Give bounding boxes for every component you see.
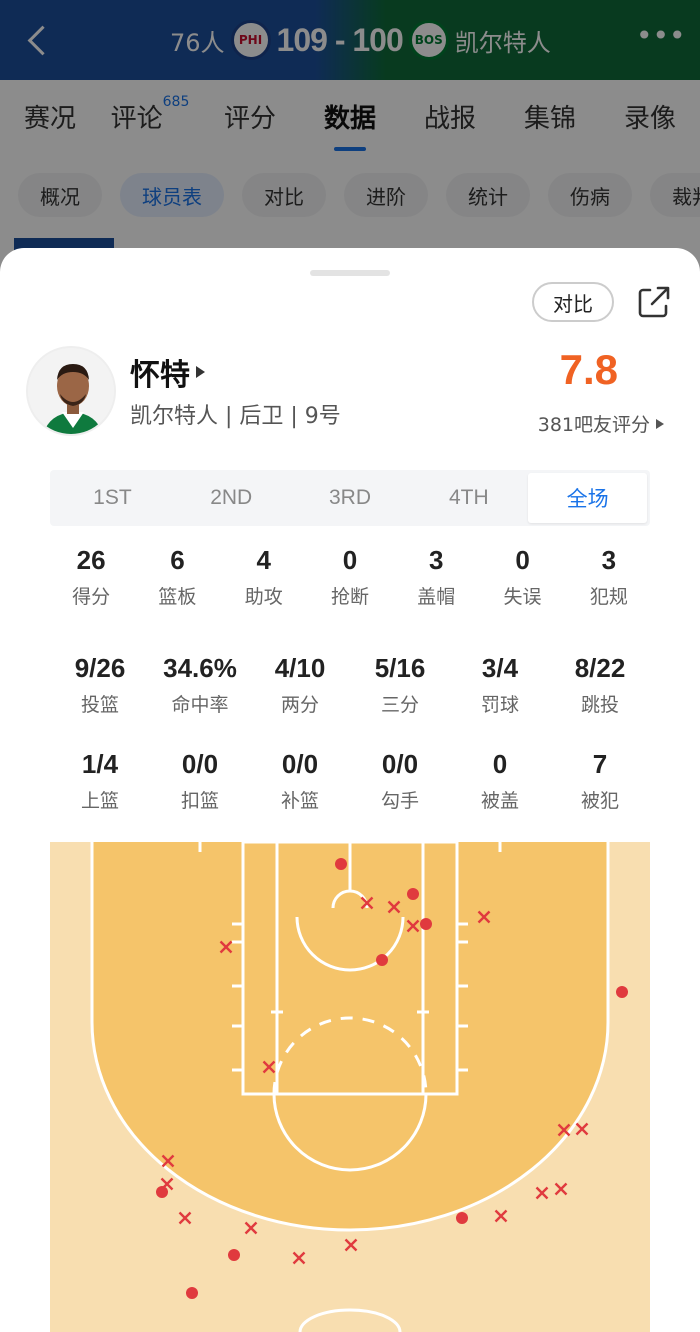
stat-label: 助攻 xyxy=(244,586,283,608)
period-tab-4th[interactable]: 4TH xyxy=(409,473,528,523)
stat-label: 抢断 xyxy=(330,586,369,608)
stat-label: 罚球 xyxy=(480,694,519,716)
period-tab-3rd[interactable]: 3RD xyxy=(291,473,410,523)
stat-tip-ins: 0/0 补篮 xyxy=(250,746,350,813)
made-shot-marker xyxy=(376,954,388,966)
stat-free-throws: 3/4 罚球 xyxy=(450,650,550,717)
player-photo xyxy=(28,348,114,434)
stat-value: 3/4 xyxy=(481,653,519,683)
stat-label: 篮板 xyxy=(158,586,197,608)
stat-label: 两分 xyxy=(280,694,319,716)
stat-label: 失误 xyxy=(503,586,542,608)
stat-value: 0/0 xyxy=(181,749,219,779)
stat-value: 34.6% xyxy=(163,653,237,683)
stat-layups: 1/4 上篮 xyxy=(50,746,150,813)
shot-type-stats-row: 1/4 上篮 0/0 扣篮 0/0 补篮 0/0 勾手 0 被盖 7 被犯 xyxy=(50,746,650,813)
made-shot-marker xyxy=(186,1287,198,1299)
stat-value: 0 xyxy=(515,545,530,575)
stat-value: 3 xyxy=(601,545,617,575)
stat-value: 0/0 xyxy=(281,749,319,779)
stat-points: 26 得分 xyxy=(48,542,134,609)
stat-steals: 0 抢断 xyxy=(307,542,393,609)
made-shot-marker xyxy=(335,858,347,870)
caret-right-icon xyxy=(656,418,664,429)
stat-label: 扣篮 xyxy=(180,790,219,812)
share-icon-glyph xyxy=(638,286,670,318)
stat-value: 1/4 xyxy=(81,749,119,779)
stat-value: 4/10 xyxy=(274,653,326,683)
share-icon[interactable] xyxy=(636,284,672,320)
stat-value: 3 xyxy=(429,545,444,575)
stat-label: 勾手 xyxy=(380,790,419,812)
basic-stats-row: 26 得分 6 篮板 4 助攻 0 抢断 3 盖帽 0 失误 3 犯规 xyxy=(48,542,652,609)
stat-value: 26 xyxy=(76,545,106,575)
period-tab-full-game[interactable]: 全场 xyxy=(528,473,647,523)
stat-field-goals: 9/26 投篮 xyxy=(50,650,150,717)
made-shot-marker xyxy=(456,1212,468,1224)
period-tab-1st[interactable]: 1ST xyxy=(53,473,172,523)
stat-blocks: 3 盖帽 xyxy=(393,542,479,609)
rating-count-link[interactable]: 381吧友评分 xyxy=(538,410,664,437)
stat-fg-percentage: 34.6% 命中率 xyxy=(150,650,250,717)
stat-assists: 4 助攻 xyxy=(221,542,307,609)
compare-button[interactable]: 对比 xyxy=(532,282,614,322)
shooting-stats-row: 9/26 投篮 34.6% 命中率 4/10 两分 5/16 三分 3/4 罚球 8/22… xyxy=(50,650,650,717)
player-team-position: 凯尔特人 | 后卫 | 9号 xyxy=(130,404,341,429)
stat-label: 得分 xyxy=(72,586,111,608)
made-shot-marker xyxy=(420,918,432,930)
stat-value: 4 xyxy=(256,545,271,575)
stat-label: 盖帽 xyxy=(417,586,456,608)
player-name: 怀特 xyxy=(130,358,190,393)
caret-right-icon xyxy=(196,366,205,378)
stat-value: 9/26 xyxy=(74,653,126,683)
player-detail-sheet: 对比 怀特 凯尔特人 | 后卫 | 9号 7.8 381吧友评分 1ST 2ND… xyxy=(0,248,700,1332)
stat-value: 0/0 xyxy=(381,749,419,779)
player-name-link[interactable]: 怀特 xyxy=(130,350,205,394)
player-avatar[interactable] xyxy=(26,346,116,436)
player-rating: 7.8 xyxy=(559,346,618,393)
stat-value: 6 xyxy=(170,545,185,575)
stat-value: 7 xyxy=(592,749,608,779)
stat-two-pointers: 4/10 两分 xyxy=(250,650,350,717)
stat-three-pointers: 5/16 三分 xyxy=(350,650,450,717)
stat-label: 三分 xyxy=(380,694,419,716)
stat-blocked: 0 被盖 xyxy=(450,746,550,813)
stat-turnovers: 0 失误 xyxy=(479,542,565,609)
made-shot-marker xyxy=(228,1249,240,1261)
stat-hook-shots: 0/0 勾手 xyxy=(350,746,450,813)
stat-label: 补篮 xyxy=(280,790,319,812)
rating-count: 381吧友评分 xyxy=(537,414,650,436)
stat-fouls-drawn: 7 被犯 xyxy=(550,746,650,813)
drag-handle[interactable] xyxy=(310,270,390,276)
made-shot-marker xyxy=(616,986,628,998)
stat-dunks: 0/0 扣篮 xyxy=(150,746,250,813)
stat-label: 投篮 xyxy=(80,694,119,716)
period-tab-2nd[interactable]: 2ND xyxy=(172,473,291,523)
stat-label: 被犯 xyxy=(580,790,619,812)
stat-value: 0 xyxy=(492,749,508,779)
stat-fouls: 3 犯规 xyxy=(566,542,652,609)
stat-rebounds: 6 篮板 xyxy=(134,542,220,609)
stat-label: 跳投 xyxy=(580,694,619,716)
made-shot-marker xyxy=(407,888,419,900)
stat-label: 命中率 xyxy=(171,694,229,716)
stat-label: 被盖 xyxy=(480,790,519,812)
stat-value: 5/16 xyxy=(374,653,426,683)
stat-value: 0 xyxy=(342,545,358,575)
stat-value: 8/22 xyxy=(574,653,626,683)
period-selector: 1ST 2ND 3RD 4TH 全场 xyxy=(50,470,650,526)
stat-label: 上篮 xyxy=(80,790,119,812)
stat-jump-shots: 8/22 跳投 xyxy=(550,650,650,717)
stat-label: 犯规 xyxy=(589,586,628,608)
shot-chart-court xyxy=(50,842,650,1332)
